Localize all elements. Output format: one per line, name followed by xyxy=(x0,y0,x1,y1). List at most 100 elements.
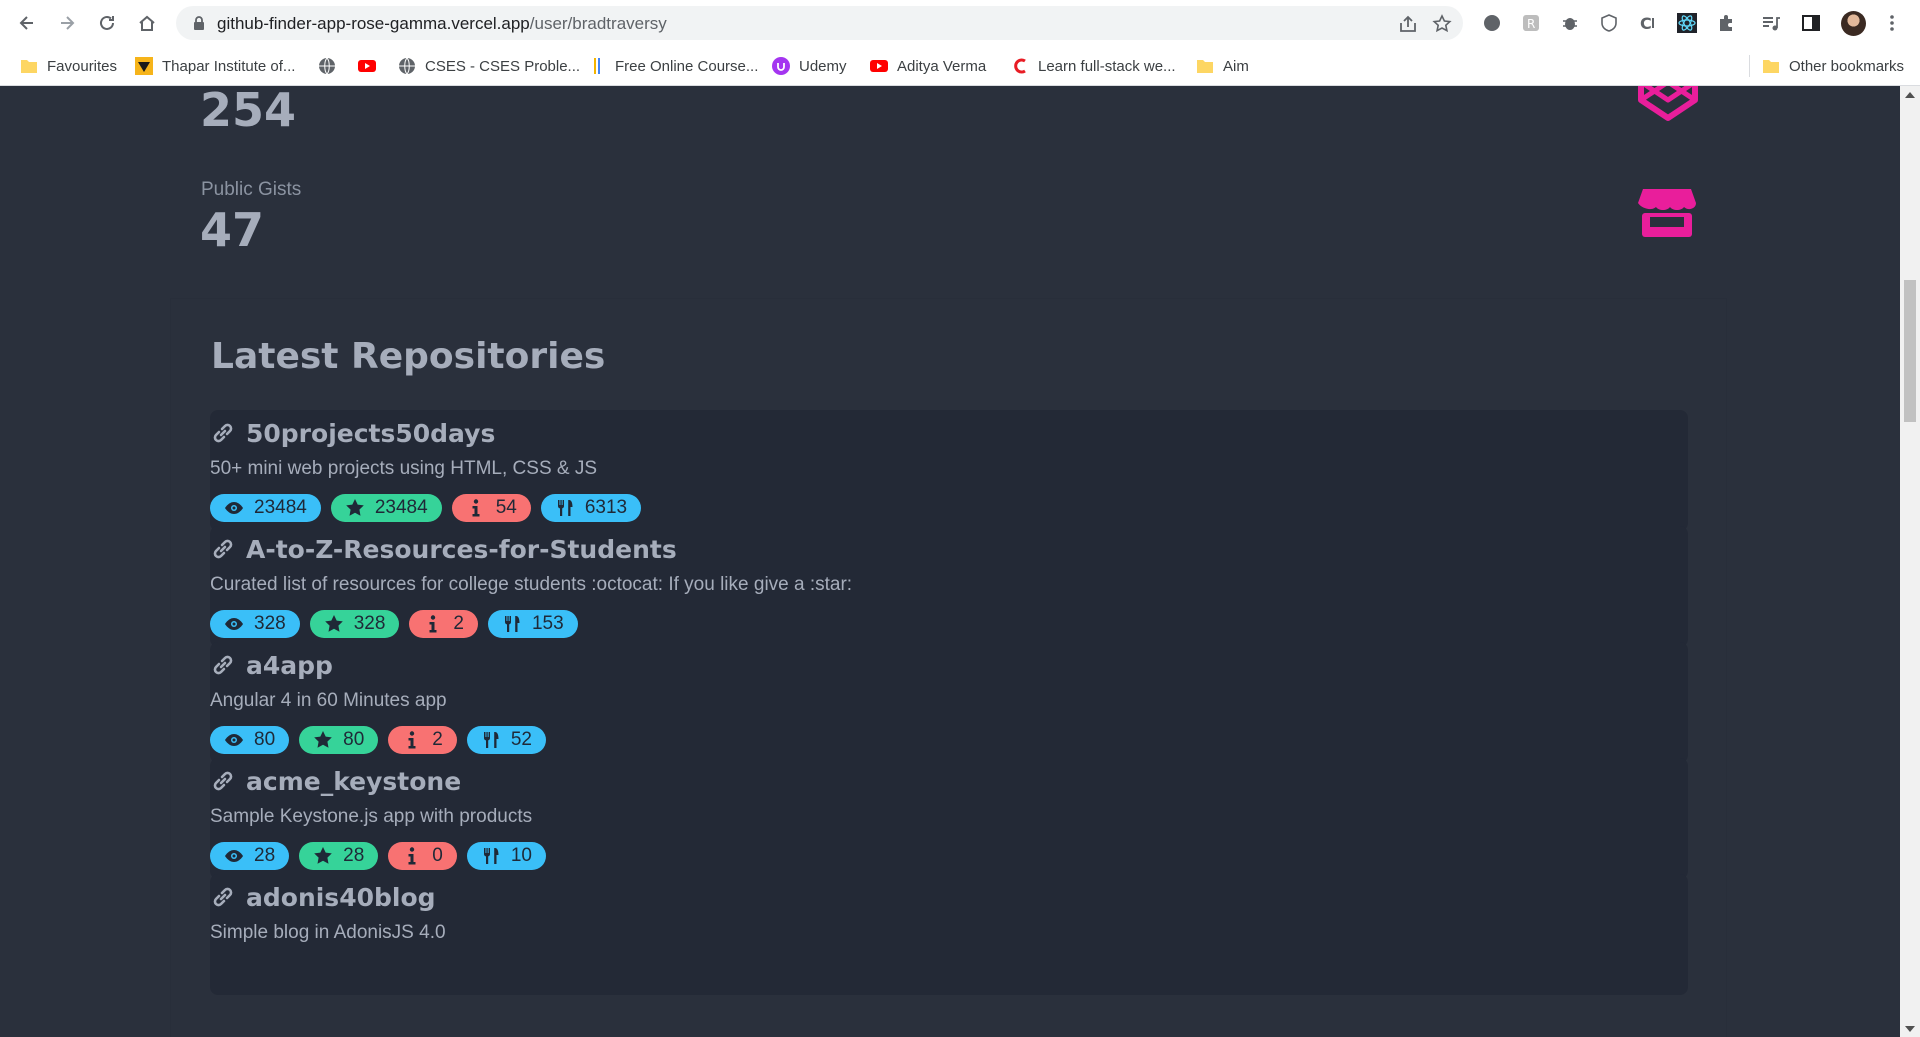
repo-description: Curated list of resources for college st… xyxy=(210,574,853,595)
bookmark-thapar[interactable]: Thapar Institute of... xyxy=(135,55,295,77)
repo-badges: 80 80 2 52 xyxy=(210,726,556,754)
eye-icon xyxy=(225,850,243,862)
arrow-right-icon xyxy=(61,16,75,30)
address-bar[interactable]: github-finder-app-rose-gamma.vercel.app/… xyxy=(176,6,1463,40)
stars-badge: 23484 xyxy=(330,494,442,522)
scroll-up-arrow-icon[interactable] xyxy=(1900,86,1920,103)
eye-icon xyxy=(225,734,243,746)
star-icon xyxy=(346,499,364,516)
extension-c-icon[interactable]: C xyxy=(1637,12,1659,34)
youtube-icon xyxy=(870,57,888,75)
public-gists-label: Public Gists xyxy=(201,179,302,200)
repo-link[interactable]: acme_keystone xyxy=(210,764,461,798)
forks-badge: 52 xyxy=(466,726,546,754)
extension-r-icon[interactable]: R xyxy=(1520,12,1542,34)
repo-link[interactable]: a4app xyxy=(210,648,333,682)
scroll-down-arrow-icon[interactable] xyxy=(1900,1020,1920,1037)
link-icon xyxy=(213,887,233,907)
arrow-left-icon xyxy=(19,16,33,30)
thapar-icon xyxy=(135,57,153,75)
svg-text:C: C xyxy=(1640,14,1652,33)
issues-badge: 54 xyxy=(451,494,531,522)
stat-value: 254 xyxy=(200,86,297,137)
stars-badge: 28 xyxy=(299,842,379,870)
bookmark-globe[interactable] xyxy=(318,55,345,77)
repo-item: adonis40blog Simple blog in AdonisJS 4.0 xyxy=(210,874,1688,995)
folder-icon xyxy=(1762,57,1780,75)
bookmark-free-online-course[interactable]: Free Online Course... xyxy=(588,55,758,77)
link-icon xyxy=(213,771,233,791)
scroll-thumb[interactable] xyxy=(1904,280,1916,422)
globe-icon xyxy=(318,57,336,75)
eye-icon xyxy=(225,618,243,630)
home-icon xyxy=(139,15,155,31)
bookmark-favourites[interactable]: Favourites xyxy=(20,55,117,77)
codepen-icon xyxy=(1638,86,1698,121)
reload-button[interactable] xyxy=(92,8,122,38)
bookmark-aim[interactable]: Aim xyxy=(1196,55,1249,77)
forward-button[interactable] xyxy=(52,8,82,38)
reload-icon xyxy=(100,15,114,30)
extension-shield-icon[interactable] xyxy=(1598,12,1620,34)
udemy-icon xyxy=(772,57,790,75)
extensions-puzzle-icon[interactable] xyxy=(1715,12,1737,34)
repo-item: A-to-Z-Resources-for-Students Curated li… xyxy=(210,526,1688,647)
bookmark-udemy[interactable]: Udemy xyxy=(772,55,847,77)
issues-badge: 2 xyxy=(388,726,457,754)
bookmark-youtube[interactable] xyxy=(358,55,385,77)
page-scrollbar[interactable] xyxy=(1900,86,1920,1037)
bookmarks-bar: Favourites Thapar Institute of... CSES -… xyxy=(0,47,1920,86)
star-icon xyxy=(314,847,332,864)
svg-text:R: R xyxy=(1527,17,1535,31)
extension-bug-icon[interactable] xyxy=(1559,12,1581,34)
repo-description: Angular 4 in 60 Minutes app xyxy=(210,690,447,711)
forks-badge: 10 xyxy=(466,842,546,870)
repo-description: 50+ mini web projects using HTML, CSS & … xyxy=(210,458,598,479)
eye-icon xyxy=(225,502,243,514)
repo-item: a4app Angular 4 in 60 Minutes app 80 80 … xyxy=(210,642,1688,763)
globe-icon xyxy=(398,57,416,75)
extension-brain-icon[interactable] xyxy=(1481,12,1503,34)
bookmark-cses[interactable]: CSES - CSES Proble... xyxy=(398,55,580,77)
utensils-icon xyxy=(483,848,499,864)
repo-name: adonis40blog xyxy=(246,882,436,912)
forks-badge: 6313 xyxy=(540,494,642,522)
folder-icon xyxy=(20,57,38,75)
repo-link[interactable]: adonis40blog xyxy=(210,880,436,914)
chrome-menu-icon[interactable] xyxy=(1881,12,1903,34)
latest-repositories-title: Latest Repositories xyxy=(211,336,606,377)
youtube-icon xyxy=(358,57,376,75)
store-icon xyxy=(1638,189,1696,237)
home-button[interactable] xyxy=(132,8,162,38)
info-icon xyxy=(472,499,480,517)
repo-description: Simple blog in AdonisJS 4.0 xyxy=(210,922,446,943)
bookmark-aditya-verma[interactable]: Aditya Verma xyxy=(870,55,986,77)
extension-react-devtools-icon[interactable] xyxy=(1676,12,1698,34)
share-icon[interactable] xyxy=(1398,14,1418,34)
link-icon xyxy=(213,423,233,443)
bookmarks-separator xyxy=(1749,55,1750,77)
utensils-icon xyxy=(557,500,573,516)
repo-link[interactable]: 50projects50days xyxy=(210,416,495,450)
watchers-badge: 80 xyxy=(210,726,290,754)
stars-badge: 80 xyxy=(299,726,379,754)
profile-avatar[interactable] xyxy=(1841,11,1866,36)
url-text: github-finder-app-rose-gamma.vercel.app/… xyxy=(217,14,667,33)
bookmark-star-icon[interactable] xyxy=(1432,14,1452,34)
repo-link[interactable]: A-to-Z-Resources-for-Students xyxy=(210,532,677,566)
watchers-badge: 28 xyxy=(210,842,290,870)
lock-icon xyxy=(194,16,204,30)
utensils-icon xyxy=(483,732,499,748)
watchers-badge: 23484 xyxy=(210,494,321,522)
star-icon xyxy=(324,615,343,632)
repo-item: 50projects50days 50+ mini web projects u… xyxy=(210,410,1688,531)
repo-description: Sample Keystone.js app with products xyxy=(210,806,533,827)
bookmark-learn-full-stack[interactable]: Learn full-stack we... xyxy=(1011,55,1176,77)
back-button[interactable] xyxy=(12,8,42,38)
side-panel-icon[interactable] xyxy=(1800,12,1822,34)
repo-name: a4app xyxy=(246,650,333,680)
star-icon xyxy=(314,731,332,748)
bookmark-other[interactable]: Other bookmarks xyxy=(1762,55,1904,77)
issues-badge: 0 xyxy=(388,842,457,870)
media-control-icon[interactable] xyxy=(1760,12,1782,34)
